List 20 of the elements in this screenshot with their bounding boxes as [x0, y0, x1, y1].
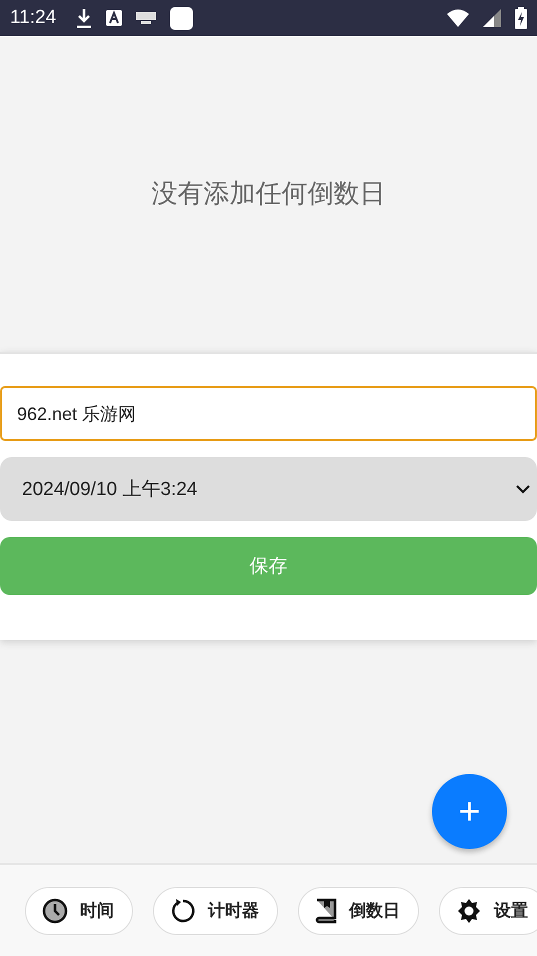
- name-input[interactable]: 962.net 乐游网: [0, 386, 537, 441]
- wifi-icon: [447, 9, 469, 27]
- signal-icon: [483, 9, 501, 27]
- battery-icon: [515, 7, 527, 29]
- clock-icon: [42, 898, 68, 924]
- book-icon: [315, 898, 337, 924]
- empty-message: 没有添加任何倒数日: [152, 178, 386, 210]
- refresh-icon: [170, 898, 196, 924]
- font-icon: [106, 10, 122, 26]
- nav-button[interactable]: 设置: [439, 886, 537, 934]
- download-icon: [76, 8, 92, 28]
- nav-button[interactable]: 计时器: [153, 886, 278, 934]
- nav-button[interactable]: 时间: [25, 886, 133, 934]
- add-button[interactable]: +: [432, 774, 507, 849]
- settings-icon: [456, 898, 482, 924]
- status-time: 11:24: [10, 7, 56, 29]
- app-icon: [170, 6, 194, 30]
- chevron-down-icon: [515, 484, 531, 494]
- nav-button[interactable]: 倒数日: [298, 886, 419, 934]
- date-select[interactable]: 2024/09/10 上午3:24: [0, 457, 537, 521]
